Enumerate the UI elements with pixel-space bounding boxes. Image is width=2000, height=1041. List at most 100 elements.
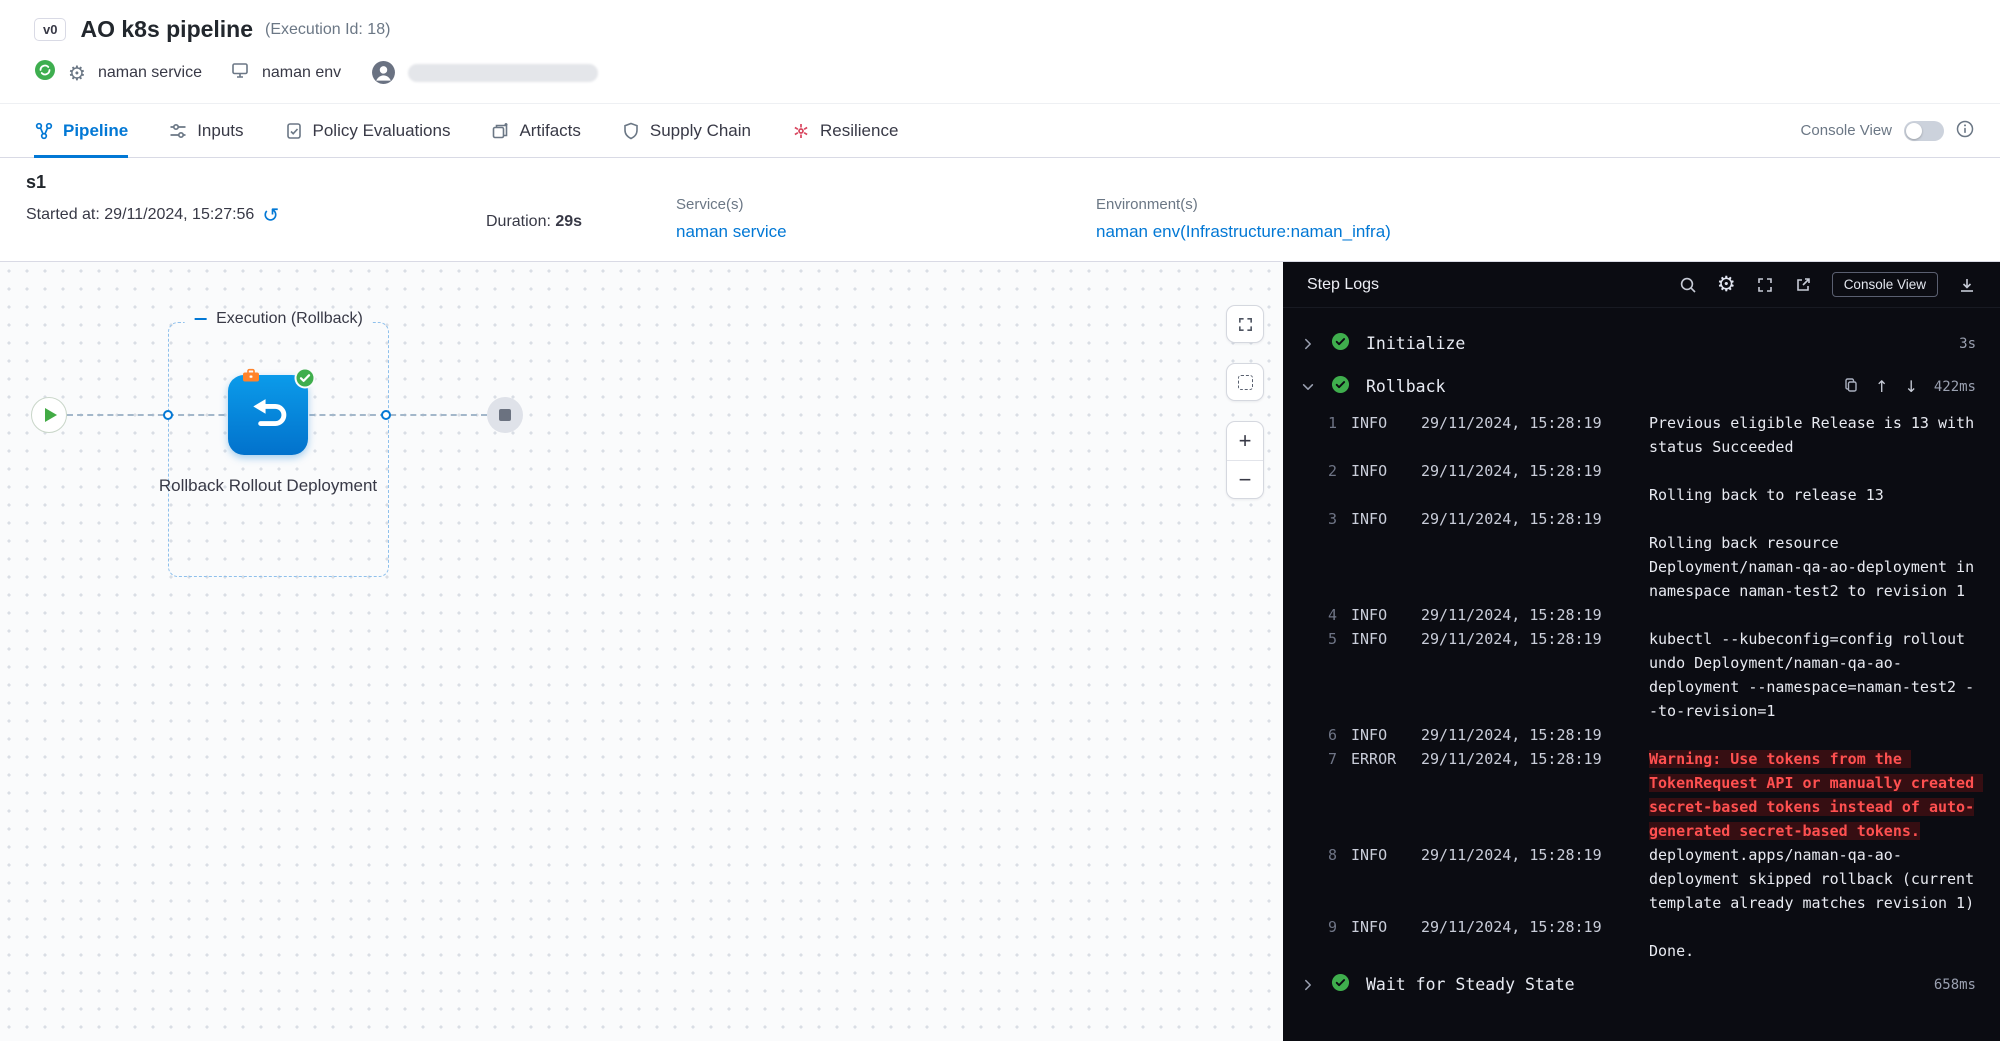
- zoom-in-button[interactable]: +: [1227, 422, 1263, 460]
- pipeline-execution-page: v0 AO k8s pipeline (Execution Id: 18) ⚙ …: [0, 0, 2000, 1041]
- zoom-controls: + −: [1226, 421, 1264, 499]
- log-level: INFO: [1351, 603, 1421, 627]
- started-at-text: Started at: 29/11/2024, 15:27:56: [26, 206, 254, 224]
- version-badge: v0: [34, 18, 66, 41]
- play-icon: [45, 408, 57, 422]
- canvas-marquee-select-button[interactable]: [1226, 363, 1264, 401]
- success-check-icon: [1331, 375, 1350, 398]
- log-line: 1 INFO 29/11/2024, 15:28:19 Previous eli…: [1283, 411, 2000, 459]
- stop-icon: [499, 409, 511, 421]
- start-node: [31, 397, 67, 433]
- log-level: ERROR: [1351, 747, 1421, 771]
- redacted-user-email: [408, 64, 598, 82]
- zoom-out-button[interactable]: −: [1227, 460, 1263, 498]
- log-section-wait-for-steady-state[interactable]: Wait for Steady State 658ms: [1283, 963, 2000, 1006]
- log-timestamp: 29/11/2024, 15:28:19: [1421, 747, 1649, 771]
- step-label[interactable]: Rollback Rollout Deployment: [158, 474, 378, 498]
- chevron-down-icon[interactable]: [1301, 380, 1315, 394]
- log-line-number: 3: [1283, 507, 1337, 531]
- log-timestamp: 29/11/2024, 15:28:19: [1421, 411, 1649, 435]
- log-line-number: 9: [1283, 915, 1337, 939]
- rollback-arrow-icon: [246, 393, 290, 437]
- tab-bar: Pipeline Inputs Policy Evaluations Artif…: [0, 104, 2000, 158]
- settings-gear-icon[interactable]: ⚙: [1717, 274, 1736, 295]
- fullscreen-icon[interactable]: [1756, 276, 1774, 294]
- log-line: 9 INFO 29/11/2024, 15:28:19 Done.: [1283, 915, 2000, 963]
- log-section-initialize[interactable]: Initialize 3s: [1283, 322, 2000, 365]
- tab-supply-chain[interactable]: Supply Chain: [621, 104, 751, 157]
- stage-name: s1: [26, 172, 486, 193]
- log-line: 5 INFO 29/11/2024, 15:28:19 kubectl --ku…: [1283, 627, 2000, 723]
- connector-port: [163, 410, 173, 420]
- tab-label: Resilience: [820, 121, 898, 141]
- environments-label: Environment(s): [1096, 196, 1391, 213]
- connector-port: [381, 410, 391, 420]
- stage-info-bar: s1 Started at: 29/11/2024, 15:27:56 ↺ Du…: [0, 158, 2000, 262]
- cd-module-icon: [34, 59, 56, 86]
- log-timestamp: 29/11/2024, 15:28:19: [1421, 723, 1649, 747]
- log-section-rollback[interactable]: Rollback ↑ ↓ 422ms: [1283, 365, 2000, 408]
- resilience-icon: [791, 121, 811, 141]
- log-level: INFO: [1351, 723, 1421, 747]
- section-duration: 3s: [1959, 336, 1976, 352]
- log-line: 2 INFO 29/11/2024, 15:28:19 Rolling back…: [1283, 459, 2000, 507]
- service-link[interactable]: naman service: [676, 222, 1096, 242]
- console-view-toggle[interactable]: [1904, 121, 1944, 141]
- shield-icon: [621, 121, 641, 141]
- execution-group-label: Execution (Rollback): [216, 310, 363, 328]
- log-line-error: 7 ERROR 29/11/2024, 15:28:19 Warning: Us…: [1283, 747, 2000, 843]
- chevron-right-icon[interactable]: [1301, 978, 1315, 992]
- log-level: INFO: [1351, 507, 1421, 531]
- gear-icon[interactable]: ⚙: [68, 63, 86, 83]
- duration-value: 29s: [555, 213, 582, 230]
- log-timestamp: 29/11/2024, 15:28:19: [1421, 915, 1649, 939]
- log-level: INFO: [1351, 459, 1421, 483]
- scroll-up-icon[interactable]: ↑: [1875, 377, 1888, 396]
- log-line-number: 4: [1283, 603, 1337, 627]
- environment-name: naman env: [262, 64, 341, 82]
- tab-label: Artifacts: [519, 121, 580, 141]
- scroll-down-icon[interactable]: ↓: [1904, 377, 1917, 396]
- execution-group-header[interactable]: Execution (Rollback): [184, 310, 373, 328]
- canvas-expand-button[interactable]: [1226, 305, 1264, 343]
- search-icon[interactable]: [1679, 276, 1697, 294]
- log-timestamp: 29/11/2024, 15:28:19: [1421, 507, 1649, 531]
- log-timestamp: 29/11/2024, 15:28:19: [1421, 603, 1649, 627]
- info-icon[interactable]: [1956, 120, 1974, 142]
- log-line: 8 INFO 29/11/2024, 15:28:19 deployment.a…: [1283, 843, 2000, 915]
- page-header: v0 AO k8s pipeline (Execution Id: 18) ⚙ …: [0, 0, 2000, 104]
- tab-inputs[interactable]: Inputs: [168, 104, 243, 157]
- step-logs-panel: Step Logs ⚙ Console View: [1283, 262, 2000, 1041]
- section-duration: 422ms: [1934, 379, 1976, 395]
- pipeline-canvas[interactable]: Execution (Rollback) Rollback Rollout De…: [0, 262, 1283, 1041]
- expand-icon: [1237, 316, 1254, 333]
- inputs-icon: [168, 121, 188, 141]
- tab-artifacts[interactable]: Artifacts: [490, 104, 580, 157]
- tab-policy-evaluations[interactable]: Policy Evaluations: [284, 104, 451, 157]
- log-level: INFO: [1351, 915, 1421, 939]
- workspace: Execution (Rollback) Rollback Rollout De…: [0, 262, 2000, 1041]
- tab-label: Pipeline: [63, 121, 128, 141]
- chevron-right-icon[interactable]: [1301, 337, 1315, 351]
- service-name: naman service: [98, 64, 202, 82]
- execution-id: (Execution Id: 18): [265, 21, 390, 39]
- tab-label: Supply Chain: [650, 121, 751, 141]
- section-name: Initialize: [1366, 334, 1465, 353]
- execution-history-icon[interactable]: ↺: [262, 205, 279, 225]
- tab-label: Inputs: [197, 121, 243, 141]
- console-view-button[interactable]: Console View: [1832, 272, 1938, 297]
- policy-icon: [284, 121, 304, 141]
- log-line-number: 2: [1283, 459, 1337, 483]
- tab-pipeline[interactable]: Pipeline: [34, 104, 128, 157]
- download-icon[interactable]: [1958, 276, 1976, 294]
- tab-resilience[interactable]: Resilience: [791, 104, 898, 157]
- collapse-icon[interactable]: [194, 318, 206, 320]
- copy-icon[interactable]: [1843, 377, 1859, 397]
- step-rollback-rollout-deployment[interactable]: [228, 375, 308, 455]
- step-logs-title: Step Logs: [1307, 276, 1379, 294]
- environment-link[interactable]: naman env(Infrastructure:naman_infra): [1096, 222, 1391, 242]
- log-line-number: 7: [1283, 747, 1337, 771]
- open-in-new-icon[interactable]: [1794, 276, 1812, 294]
- console-view-label: Console View: [1801, 122, 1892, 139]
- section-name: Rollback: [1366, 377, 1445, 396]
